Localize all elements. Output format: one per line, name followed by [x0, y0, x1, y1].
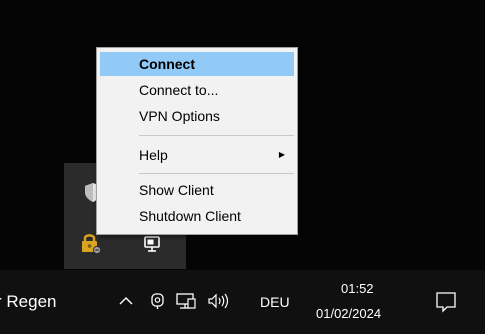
notification-icon[interactable] — [434, 290, 458, 314]
monitor-icon[interactable] — [142, 233, 164, 255]
clock-date[interactable]: 01/02/2024 — [316, 306, 381, 322]
menu-item-label: VPN Options — [139, 108, 220, 124]
menu-item-connect[interactable]: Connect — [100, 52, 294, 76]
taskbar: r Regen DEU 01:52 01/02/2024 — [0, 270, 485, 334]
menu-separator — [139, 135, 294, 136]
network-icon[interactable] — [175, 291, 197, 311]
chevron-up-icon[interactable] — [116, 291, 136, 311]
menu-item-shutdown-client[interactable]: Shutdown Client — [100, 204, 294, 228]
menu-item-label: Connect to... — [139, 82, 219, 98]
clock-time[interactable]: 01:52 — [341, 281, 374, 297]
menu-item-connect-to[interactable]: Connect to... — [100, 78, 294, 102]
menu-item-help[interactable]: Help ▶ — [100, 143, 294, 167]
meet-now-icon[interactable] — [149, 291, 167, 311]
volume-icon[interactable] — [206, 291, 232, 311]
weather-widget-text[interactable]: r Regen — [0, 291, 56, 313]
menu-separator — [139, 173, 294, 174]
menu-item-label: Shutdown Client — [139, 208, 241, 224]
menu-item-show-client[interactable]: Show Client — [100, 178, 294, 202]
submenu-arrow-icon: ▶ — [278, 150, 285, 159]
menu-item-label: Show Client — [139, 182, 214, 198]
language-indicator[interactable]: DEU — [260, 293, 290, 311]
menu-item-vpn-options[interactable]: VPN Options — [100, 104, 294, 128]
vpn-context-menu: Connect Connect to... VPN Options Help ▶… — [96, 47, 298, 235]
menu-item-label: Connect — [139, 56, 195, 72]
menu-item-label: Help — [139, 147, 168, 163]
